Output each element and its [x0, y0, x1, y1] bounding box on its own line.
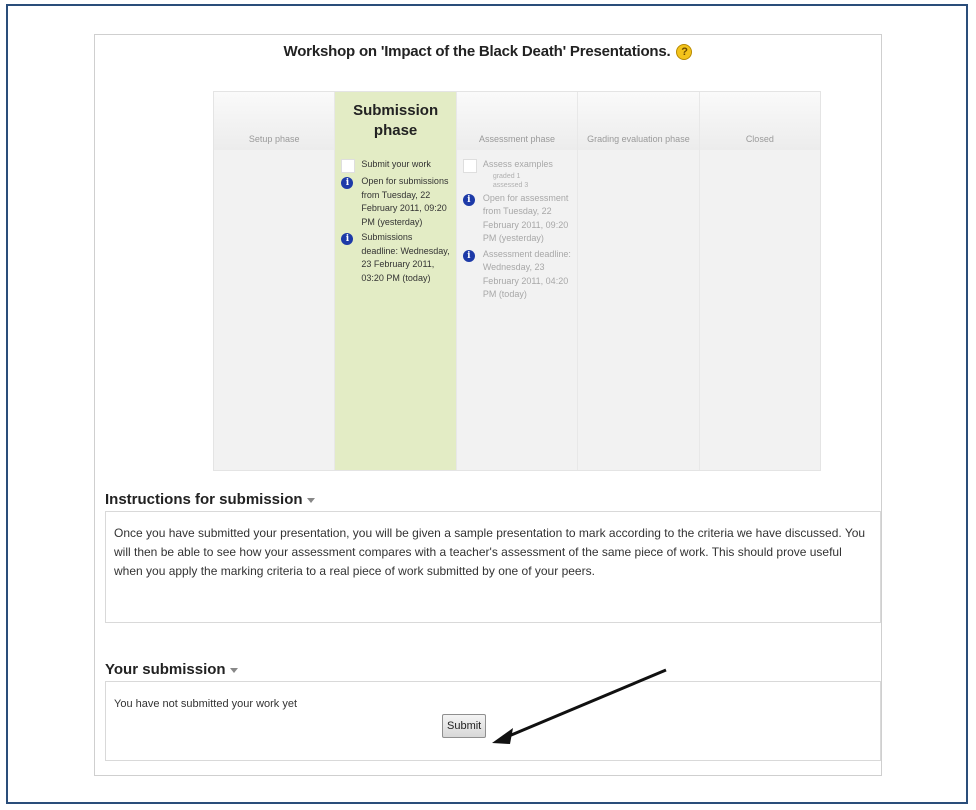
- instructions-box: Once you have submitted your presentatio…: [105, 511, 881, 623]
- page-title: Workshop on 'Impact of the Black Death' …: [95, 43, 881, 61]
- task-text: Assess examples: [482, 159, 553, 169]
- phase-header: Closed: [699, 92, 821, 150]
- task-item: i Open for submissions from Tuesday, 22 …: [341, 175, 449, 229]
- task-item: Submit your work: [341, 158, 449, 173]
- help-icon[interactable]: ?: [676, 44, 693, 61]
- task-text: Open for assessment from Tuesday, 22 Feb…: [482, 192, 569, 244]
- phase-header: Assessment phase: [456, 92, 578, 150]
- info-icon: i: [341, 233, 354, 245]
- task-list: Submit your work i Open for submissions …: [335, 150, 455, 285]
- submission-status: You have not submitted your work yet: [114, 698, 298, 710]
- phase-table: Setup phase Submission phase Submit your…: [213, 91, 821, 471]
- task-text: Submit your work: [361, 159, 431, 169]
- submission-heading-text: Your submission: [105, 661, 226, 678]
- task-item: i Open for assessment from Tuesday, 22 F…: [462, 192, 571, 246]
- phase-closed: Closed: [699, 92, 821, 470]
- submit-button[interactable]: Submit: [442, 714, 487, 738]
- workshop-title: Workshop on 'Impact of the Black Death' …: [283, 43, 671, 60]
- checkbox-icon: [462, 159, 477, 173]
- instructions-text: Once you have submitted your presentatio…: [114, 526, 866, 578]
- collapse-caret-icon[interactable]: [306, 497, 315, 503]
- phase-grading-evaluation: Grading evaluation phase: [578, 92, 700, 470]
- task-text: Assessment deadline: Wednesday, 23 Febru…: [482, 248, 571, 300]
- screenshot-frame: Workshop on 'Impact of the Black Death' …: [6, 4, 968, 804]
- task-list: Assess examples graded 1 assessed 3 i Op…: [457, 150, 577, 302]
- instructions-heading[interactable]: Instructions for submission: [105, 491, 315, 508]
- submission-box: You have not submitted your work yet: [105, 681, 881, 761]
- collapse-caret-icon[interactable]: [229, 667, 238, 673]
- info-icon: i: [341, 177, 354, 189]
- workshop-page: Workshop on 'Impact of the Black Death' …: [94, 34, 882, 776]
- instructions-heading-text: Instructions for submission: [105, 491, 303, 508]
- checkbox-icon: [341, 159, 356, 173]
- task-text-block: Assess examples graded 1 assessed 3: [483, 158, 571, 190]
- task-text: Open for submissions from Tuesday, 22 Fe…: [361, 176, 449, 227]
- submission-heading[interactable]: Your submission: [105, 661, 238, 678]
- phase-setup: Setup phase: [214, 92, 336, 470]
- task-subtext: graded 1: [492, 172, 521, 180]
- phase-header: Setup phase: [214, 92, 335, 150]
- task-item: i Submissions deadline: Wednesday, 23 Fe…: [341, 231, 450, 285]
- task-item: Assess examples graded 1 assessed 3: [462, 158, 571, 190]
- task-item: i Assessment deadline: Wednesday, 23 Feb…: [462, 248, 571, 302]
- phase-assessment: Assessment phase Assess examples graded …: [456, 92, 579, 470]
- phase-submission: Submission phase Submit your work i Open…: [335, 92, 457, 470]
- task-text: Submissions deadline: Wednesday, 23 Febr…: [361, 232, 450, 283]
- info-icon: i: [462, 193, 475, 206]
- phase-header: Submission phase: [335, 92, 456, 150]
- info-icon: i: [462, 249, 475, 262]
- phase-header: Grading evaluation phase: [578, 92, 699, 150]
- task-subtext: assessed 3: [492, 181, 529, 189]
